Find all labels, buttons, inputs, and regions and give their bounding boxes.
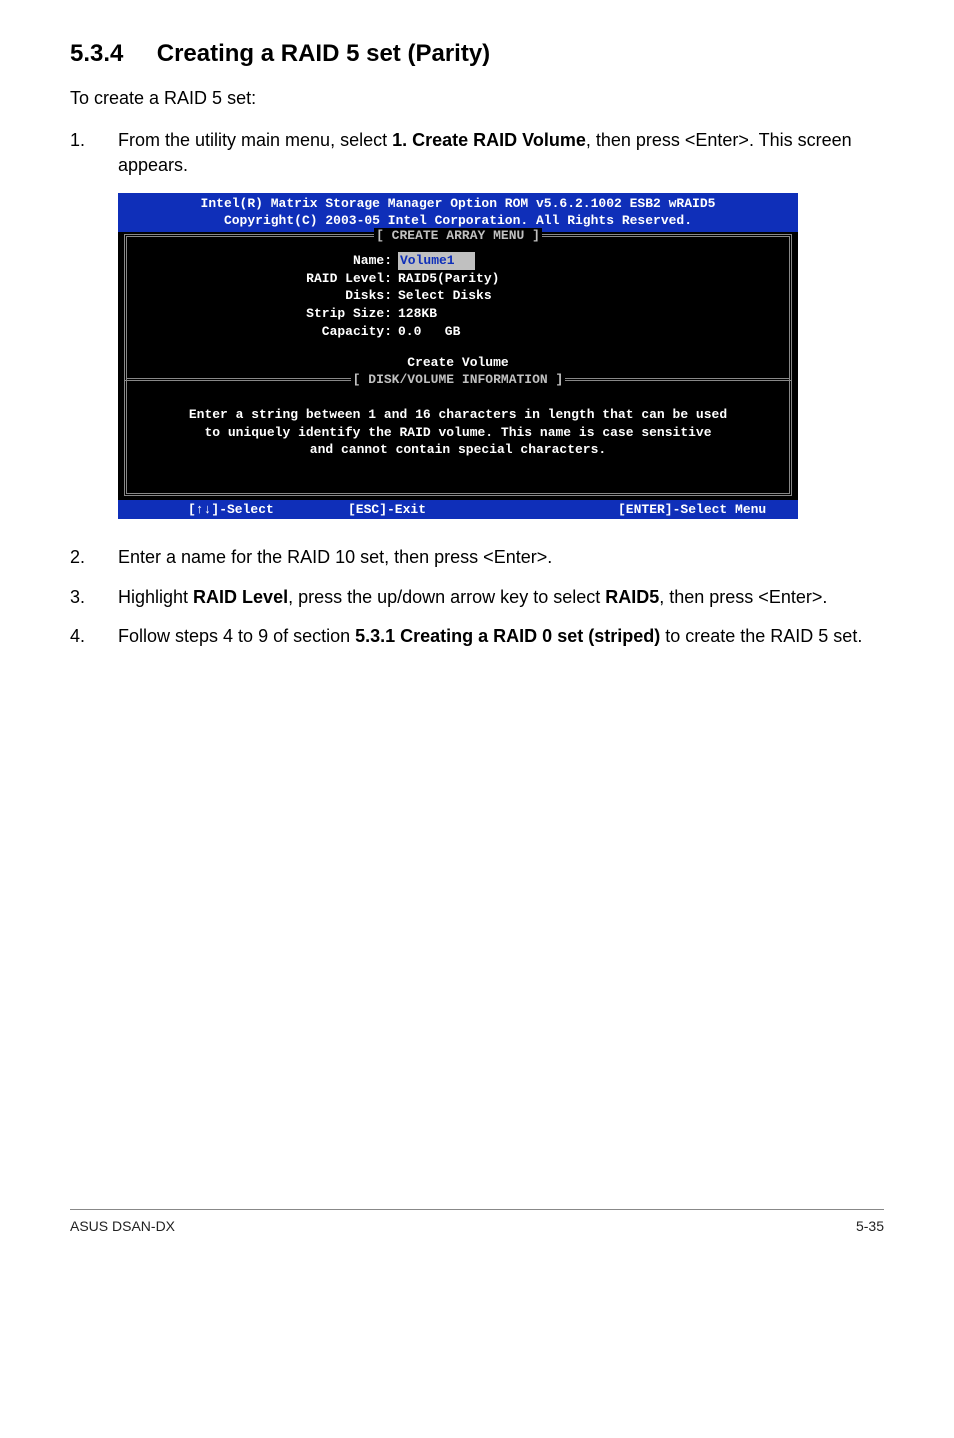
step-number: 4. [70, 624, 118, 649]
field-value-capacity: 0.0 GB [398, 323, 460, 341]
step-text: Enter a name for the RAID 10 set, then p… [118, 545, 884, 570]
terminal-screenshot: Intel(R) Matrix Storage Manager Option R… [118, 193, 884, 520]
create-array-menu: [ CREATE ARRAY MENU ] Name: Volume1 RAID… [124, 234, 792, 381]
footer-right: 5-35 [856, 1218, 884, 1234]
intro-text: To create a RAID 5 set: [70, 86, 884, 110]
field-label-capacity: Capacity: [127, 323, 398, 341]
section-number: 5.3.4 [70, 40, 123, 67]
info-line3: and cannot contain special characters. [147, 441, 769, 459]
step-number: 1. [70, 128, 118, 178]
step-text: From the utility main menu, select 1. Cr… [118, 128, 884, 178]
disk-volume-legend: [ DISK/VOLUME INFORMATION ] [127, 371, 789, 389]
create-volume-action[interactable]: Create Volume [127, 354, 789, 372]
step-1: 1. From the utility main menu, select 1.… [70, 128, 884, 178]
step-2: 2. Enter a name for the RAID 10 set, the… [70, 545, 884, 570]
field-value-raidlevel: RAID5(Parity) [398, 270, 499, 288]
footer-exit: [ESC]-Exit [348, 501, 548, 519]
info-line1: Enter a string between 1 and 16 characte… [147, 406, 769, 424]
field-label-disks: Disks: [127, 287, 398, 305]
footer-enter: [ENTER]-Select Menu [548, 501, 798, 519]
footer-left: ASUS DSAN-DX [70, 1218, 175, 1234]
step-3: 3. Highlight RAID Level, press the up/do… [70, 585, 884, 610]
field-value-strip: 128KB [398, 305, 437, 323]
create-array-legend: [ CREATE ARRAY MENU ] [127, 227, 789, 245]
step-text: Highlight RAID Level, press the up/down … [118, 585, 884, 610]
footer-select: [↑↓]-Select [118, 501, 348, 519]
disk-volume-info: [ DISK/VOLUME INFORMATION ] Enter a stri… [124, 371, 792, 496]
field-label-name: Name: [127, 252, 398, 270]
terminal-footer: [↑↓]-Select [ESC]-Exit [ENTER]-Select Me… [118, 500, 798, 520]
field-value-name[interactable]: Volume1 [398, 252, 475, 270]
section-heading: 5.3.4 Creating a RAID 5 set (Parity) [70, 40, 884, 68]
field-label-strip: Strip Size: [127, 305, 398, 323]
section-title-text: Creating a RAID 5 set (Parity) [157, 40, 490, 67]
terminal-header-line1: Intel(R) Matrix Storage Manager Option R… [118, 195, 798, 213]
step-number: 3. [70, 585, 118, 610]
step-number: 2. [70, 545, 118, 570]
field-value-disks: Select Disks [398, 287, 492, 305]
field-label-raidlevel: RAID Level: [127, 270, 398, 288]
info-line2: to uniquely identify the RAID volume. Th… [147, 424, 769, 442]
page-footer: ASUS DSAN-DX 5-35 [70, 1209, 884, 1234]
step-4: 4. Follow steps 4 to 9 of section 5.3.1 … [70, 624, 884, 649]
step-text: Follow steps 4 to 9 of section 5.3.1 Cre… [118, 624, 884, 649]
